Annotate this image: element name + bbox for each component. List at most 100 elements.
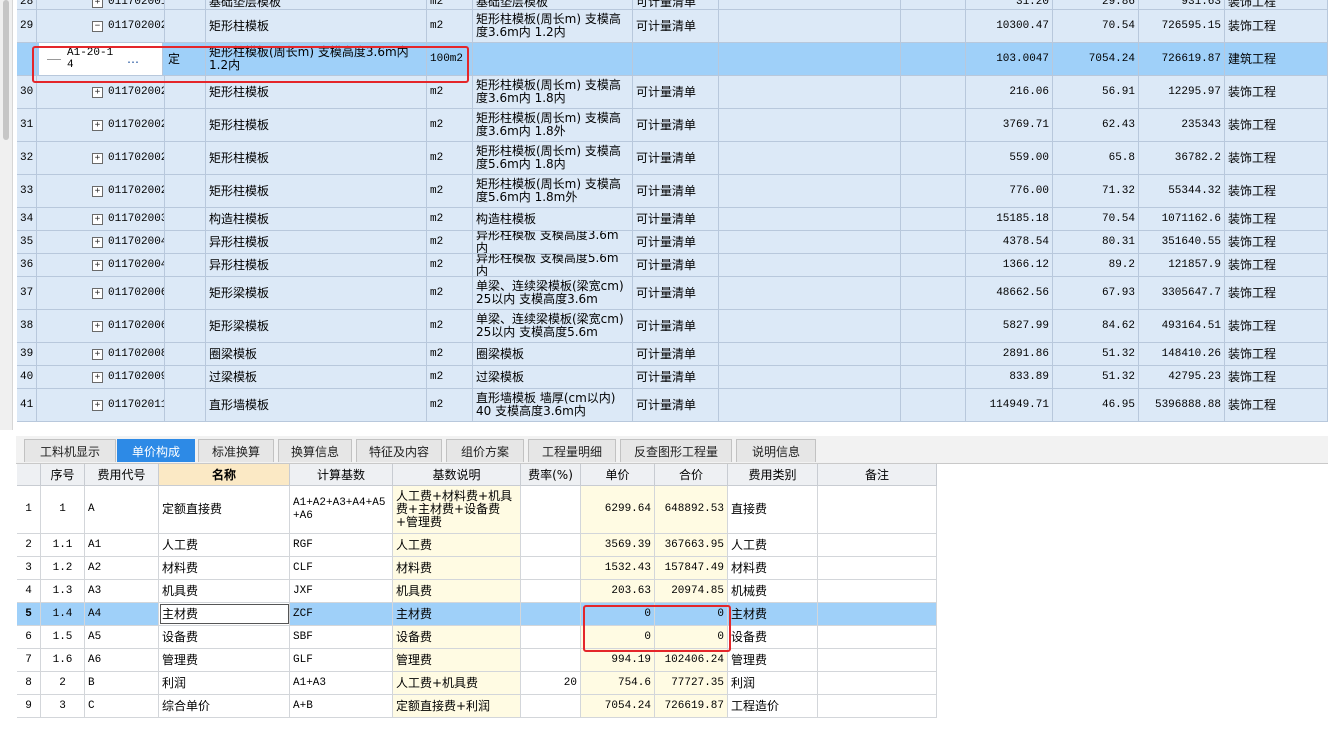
table-row-selected[interactable]: 5 1.4 A4 主材费 ZCF 主材费 0 0 主材费 (17, 603, 937, 626)
item-unit-text: m2 (430, 151, 444, 164)
expand-icon[interactable]: + (92, 213, 103, 225)
fee-code-text: A4 (88, 607, 102, 620)
table-row[interactable]: 40+011702009001过梁模板m2过梁模板可计量清单833.8951.3… (17, 366, 1328, 389)
table-row[interactable]: 30+011702002004矩形柱模板m2矩形柱模板(周长m) 支模高度3.6… (17, 76, 1328, 109)
table-row[interactable]: 34+011702003001构造柱模板m2构造柱模板可计量清单15185.18… (17, 208, 1328, 231)
table-row[interactable]: 9 3 C 综合单价 A+B 定额直接费+利润 7054.24 726619.87 工程造价 (17, 695, 937, 718)
fee-name[interactable]: 材料费 (159, 557, 290, 579)
table-row[interactable]: 36+011702004003异形柱模板m2异形柱模板 支模高度5.6m内可计量… (17, 254, 1328, 277)
table-row[interactable]: 1 1 A 定额直接费 A1+A2+A3+A4+A5+A6 人工费+材料费+机具费+主材费… (17, 486, 937, 534)
column-header-seq[interactable]: 序号 (41, 464, 85, 486)
table-row[interactable]: 3 1.2 A2 材料费 CLF 材料费 1532.43 157847.49 材料费 (17, 557, 937, 580)
table-row[interactable]: 33+011702002007矩形柱模板m2矩形柱模板(周长m) 支模高度5.6… (17, 175, 1328, 208)
fee-name[interactable]: 利润 (159, 672, 290, 694)
item-type-mark (165, 10, 206, 42)
expand-icon[interactable]: + (92, 185, 103, 197)
row-index: 9 (17, 695, 41, 717)
table-row[interactable]: 35+011702004002异形柱模板m2异形柱模板 支模高度3.6m内可计量… (17, 231, 1328, 254)
fee-name-text: 管理费 (162, 652, 199, 667)
collapse-icon[interactable]: − (92, 20, 103, 32)
column-header-note[interactable]: 备注 (818, 464, 937, 486)
expand-icon[interactable]: + (92, 259, 103, 271)
expand-icon[interactable]: + (92, 236, 103, 248)
expand-icon[interactable]: + (92, 399, 103, 411)
fee-name[interactable]: 综合单价 (159, 695, 290, 717)
item-feature-text: 单梁、连续梁模板(梁宽cm) 25以内 支模高度3.6m (476, 279, 624, 306)
tab-3[interactable]: 换算信息 (278, 439, 352, 462)
column-header-cat[interactable]: 费用类别 (728, 464, 818, 486)
fee-category: 管理费 (728, 649, 818, 671)
column-header-total[interactable]: 合价 (655, 464, 728, 486)
unit-price: 1532.43 (581, 557, 655, 579)
fee-category-text: 利润 (731, 675, 756, 690)
expand-icon[interactable]: + (92, 119, 103, 131)
table-row[interactable]: 32+011702002006矩形柱模板m2矩形柱模板(周长m) 支模高度5.6… (17, 142, 1328, 175)
table-row[interactable]: 29−011702002003矩形柱模板m2矩形柱模板(周长m) 支模高度3.6… (17, 10, 1328, 43)
expand-icon[interactable]: + (92, 371, 103, 383)
item-name: 异形柱模板 (206, 231, 427, 253)
fee-category-text: 工程造价 (731, 698, 780, 713)
remark (818, 695, 937, 717)
scrollbar-thumb[interactable] (3, 0, 9, 140)
fee-name[interactable]: 管理费 (159, 649, 290, 671)
unit-price: 3569.39 (581, 534, 655, 556)
item-unit-price-text: 67.93 (1101, 286, 1135, 299)
tab-4[interactable]: 特征及内容 (356, 439, 442, 462)
item-name-text: 矩形柱模板 (209, 150, 270, 165)
column-header-price[interactable]: 单价 (581, 464, 655, 486)
more-options-icon[interactable]: … (127, 52, 139, 66)
column-header-rate[interactable]: 费率(%) (521, 464, 581, 486)
table-row[interactable]: 7 1.6 A6 管理费 GLF 管理费 994.19 102406.24 管理费 (17, 649, 937, 672)
vertical-scrollbar[interactable] (0, 0, 13, 430)
item-category-type-text: 可计量清单 (636, 84, 697, 99)
table-row[interactable]: 39+011702008002圈梁模板m2圈梁模板可计量清单2891.8651.… (17, 343, 1328, 366)
tab-8[interactable]: 说明信息 (736, 439, 816, 462)
item-category-type-text: 可计量清单 (636, 150, 697, 165)
tab-7[interactable]: 反查图形工程量 (620, 439, 732, 462)
table-row[interactable]: 31+011702002005矩形柱模板m2矩形柱模板(周长m) 支模高度3.6… (17, 109, 1328, 142)
tab-6[interactable]: 工程量明细 (528, 439, 616, 462)
table-row[interactable]: 38+011702006005矩形梁模板m2单梁、连续梁模板(梁宽cm) 25以… (17, 310, 1328, 343)
item-project-category: 装饰工程 (1225, 310, 1328, 342)
table-row[interactable]: 4 1.3 A3 机具费 JXF 机具费 203.63 20974.85 机械费 (17, 580, 937, 603)
column-header-code[interactable]: 费用代号 (85, 464, 159, 486)
blank-column (901, 343, 966, 365)
column-header-n[interactable] (17, 464, 41, 486)
fee-name[interactable]: 人工费 (159, 534, 290, 556)
tab-5[interactable]: 组价方案 (446, 439, 524, 462)
expand-icon[interactable]: + (92, 287, 103, 299)
fee-category-text: 主材费 (731, 606, 768, 621)
expand-icon[interactable]: + (92, 0, 103, 8)
item-unit-price-text: 62.43 (1101, 118, 1135, 131)
row-number-text: 36 (20, 258, 34, 271)
tab-1[interactable]: 单价构成 (117, 439, 195, 462)
fee-name[interactable]: 机具费 (159, 580, 290, 602)
tab-2[interactable]: 标准换算 (198, 439, 274, 462)
column-header-name[interactable]: 名称 (159, 464, 290, 486)
item-total-text: 148410.26 (1161, 347, 1221, 360)
column-header-desc[interactable]: 基数说明 (393, 464, 521, 486)
base-description: 人工费 (393, 534, 521, 556)
table-row[interactable]: 6 1.5 A5 设备费 SBF 设备费 0 0 设备费 (17, 626, 937, 649)
blank-column (719, 43, 901, 75)
expand-icon[interactable]: + (92, 152, 103, 164)
column-header-base[interactable]: 计算基数 (290, 464, 393, 486)
expand-icon[interactable]: + (92, 348, 103, 360)
fee-name[interactable]: 设备费 (159, 626, 290, 648)
expand-icon[interactable]: + (92, 86, 103, 98)
table-row[interactable]: 2 1.1 A1 人工费 RGF 人工费 3569.39 367663.95 人工费 (17, 534, 937, 557)
item-name: 矩形柱模板 (206, 142, 427, 174)
table-row[interactable]: 28+011702001001基础垫层模板m2基础垫层模板可计量清单31.202… (17, 0, 1328, 10)
fee-name[interactable]: 主材费 (159, 603, 290, 625)
item-unit: m2 (427, 208, 473, 230)
fee-name-text: 设备费 (162, 629, 199, 644)
expand-icon[interactable]: + (92, 320, 103, 332)
tab-0[interactable]: 工料机显示 (24, 439, 116, 462)
fee-name[interactable]: 定额直接费 (159, 486, 290, 533)
table-row[interactable]: 37+011702006004矩形梁模板m2单梁、连续梁模板(梁宽cm) 25以… (17, 277, 1328, 310)
table-row[interactable]: 41+011702011004直形墙模板m2直形墙模板 墙厚(cm以内) 40 … (17, 389, 1328, 422)
sub-item-code[interactable]: A1-20-14 (67, 47, 119, 71)
table-row-selected[interactable]: A1-20-14 … 定 矩形柱模板(周长m) 支模高度3.6m内 1.2内 100m2… (17, 43, 1328, 76)
item-name: 过梁模板 (206, 366, 427, 388)
table-row[interactable]: 8 2 B 利润 A1+A3 人工费+机具费 20 754.6 77727.35 利润 (17, 672, 937, 695)
